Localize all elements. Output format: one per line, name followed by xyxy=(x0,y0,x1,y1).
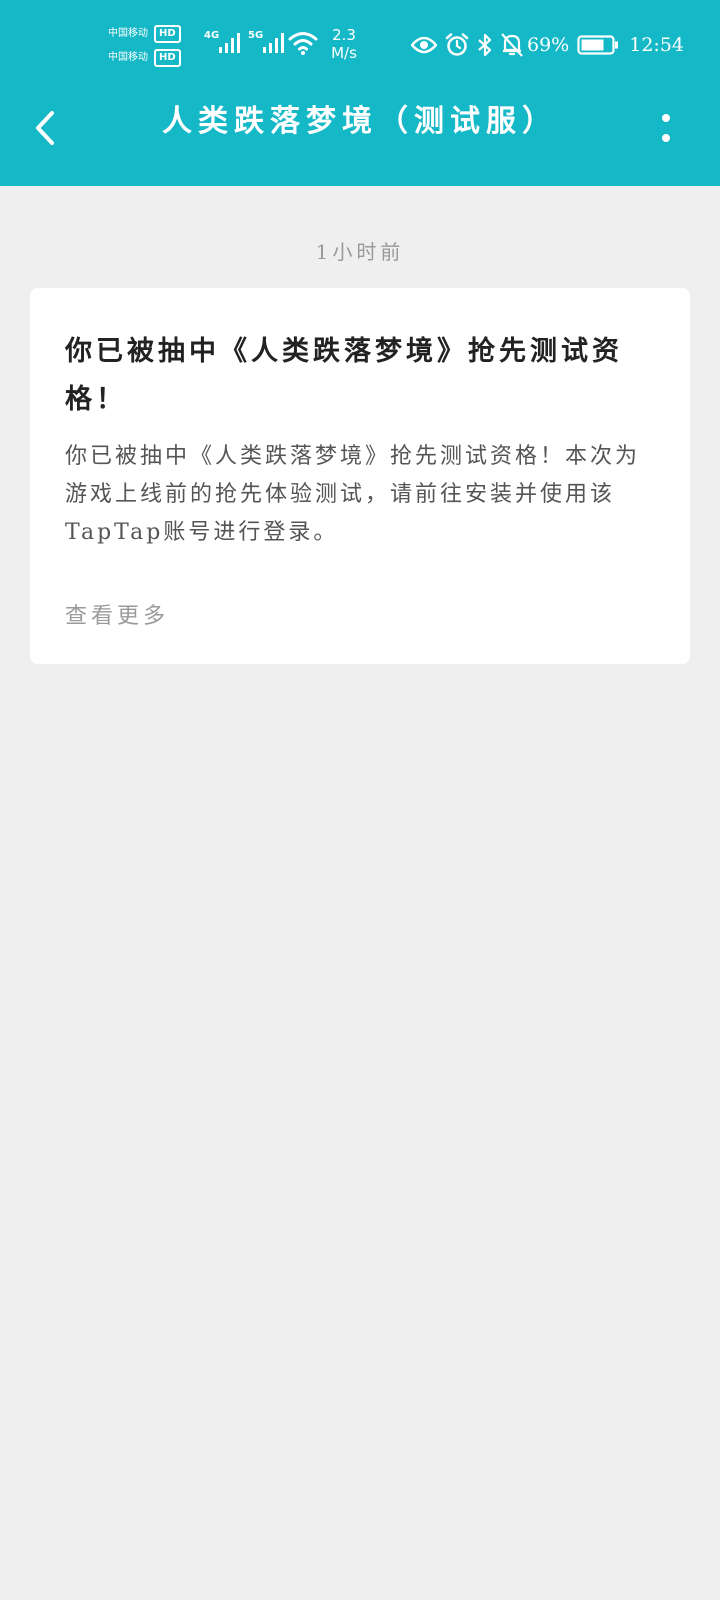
status-bar: 中国移动 HD 中国移动 HD 4G 5G 2.3 M/s 69% 12:54 xyxy=(0,0,720,90)
page-title: 人类跌落梦境（测试服） xyxy=(162,104,558,139)
battery-percent: 69% xyxy=(527,34,570,56)
speed-unit: M/s xyxy=(331,44,357,62)
message-title: 你已被抽中《人类跌落梦境》抢先测试资格！ xyxy=(65,336,623,415)
message-card[interactable]: 你已被抽中《人类跌落梦境》抢先测试资格！ 你已被抽中《人类跌落梦境》抢先测试资格… xyxy=(30,288,690,664)
top-bar: 中国移动 HD 中国移动 HD 4G 5G 2.3 M/s 69% 12:54 … xyxy=(0,0,720,186)
carrier-name: 中国移动 xyxy=(108,28,148,39)
hd-badge: HD xyxy=(154,49,181,67)
back-button[interactable] xyxy=(28,108,62,148)
status-time: 12:54 xyxy=(629,34,684,56)
signal-icon xyxy=(263,33,284,53)
network-type-label: 5G xyxy=(248,30,264,41)
bluetooth-icon xyxy=(477,33,493,57)
network-5g: 5G xyxy=(248,30,288,58)
more-vertical-icon xyxy=(662,134,670,142)
hd-badge: HD xyxy=(154,25,181,43)
status-icons: 69% 12:54 xyxy=(403,30,684,60)
network-4g: 4G xyxy=(204,30,244,58)
battery-icon xyxy=(577,34,619,56)
network-speed: 2.3 M/s xyxy=(324,26,364,62)
wifi-icon xyxy=(288,30,318,60)
message-body: 你已被抽中《人类跌落梦境》抢先测试资格！本次为游戏上线前的抢先体验测试，请前往安… xyxy=(65,444,641,545)
bell-muted-icon xyxy=(501,33,523,57)
message-timestamp: 1小时前 xyxy=(315,240,405,264)
carrier-name: 中国移动 xyxy=(108,52,148,63)
carrier-list: 中国移动 HD 中国移动 HD xyxy=(108,22,198,70)
more-menu-button[interactable] xyxy=(660,112,672,146)
carrier-line: 中国移动 HD xyxy=(108,22,198,46)
more-vertical-icon xyxy=(662,114,670,122)
speed-value: 2.3 xyxy=(332,26,356,44)
alarm-icon xyxy=(445,33,469,57)
eye-icon xyxy=(411,35,437,55)
app-header: 人类跌落梦境（测试服） xyxy=(0,96,720,168)
view-more-link[interactable]: 查看更多 xyxy=(65,598,169,630)
carrier-line: 中国移动 HD xyxy=(108,46,198,70)
network-type-label: 4G xyxy=(204,30,220,41)
signal-icon xyxy=(219,33,240,53)
chevron-left-icon xyxy=(36,111,54,145)
